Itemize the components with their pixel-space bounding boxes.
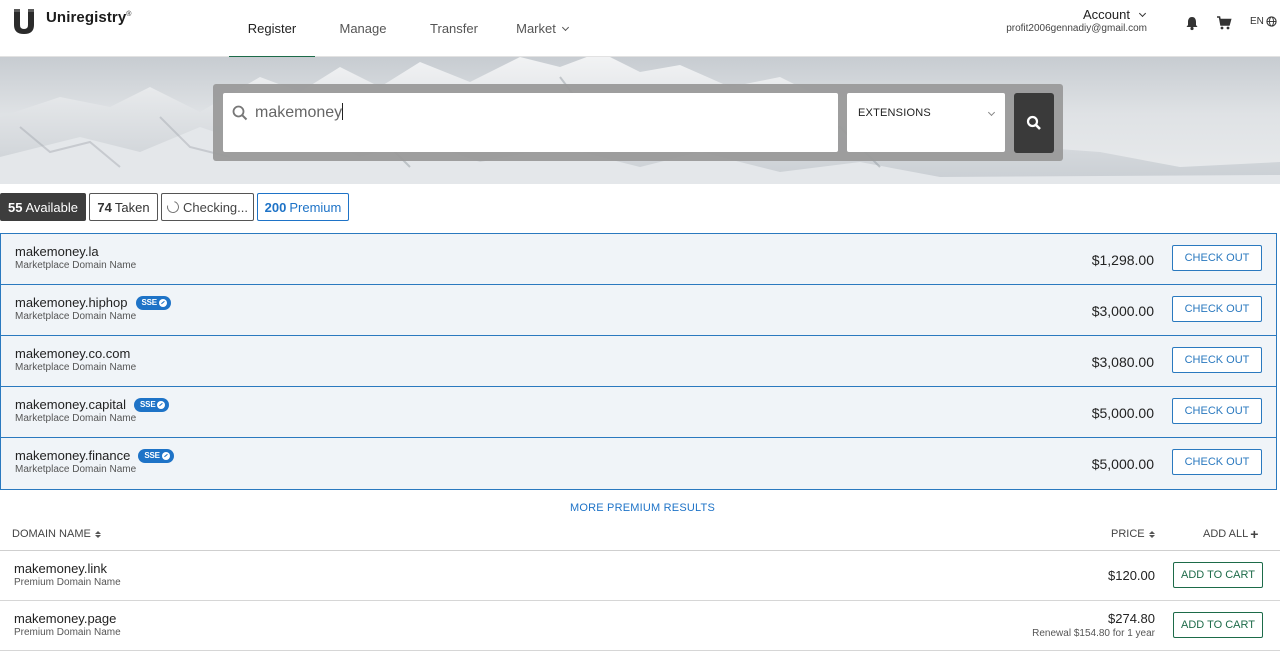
search-icon	[232, 105, 248, 121]
sort-domain-name[interactable]: DOMAIN NAME	[12, 528, 101, 540]
top-header: Uniregistry® Register Manage Transfer Ma…	[0, 0, 1280, 58]
spinner-icon	[164, 198, 182, 216]
checkout-button[interactable]: CHECK OUT	[1172, 245, 1262, 271]
domain-name: makemoney.link	[14, 561, 107, 576]
domain-price: $3,080.00	[1091, 354, 1154, 370]
search-query-text: makemoney	[255, 104, 343, 121]
chevron-down-icon	[561, 23, 569, 31]
checkout-button[interactable]: CHECK OUT	[1172, 449, 1262, 475]
account-email: profit2006gennadiy@gmail.com	[1006, 23, 1147, 34]
check-icon	[157, 400, 166, 409]
results-table-header: DOMAIN NAME PRICE ADD ALL +	[0, 520, 1280, 551]
premium-result-row: makemoney.co.com Marketplace Domain Name…	[1, 336, 1276, 387]
nav-register[interactable]: Register	[229, 0, 315, 58]
logo-text: Uniregistry®	[46, 9, 132, 26]
checkout-button[interactable]: CHECK OUT	[1172, 398, 1262, 424]
extensions-label: EXTENSIONS	[858, 107, 931, 119]
premium-result-row: makemoney.hiphop SSE Marketplace Domain N…	[1, 285, 1276, 336]
check-icon	[158, 298, 167, 307]
domain-type: Marketplace Domain Name	[15, 311, 137, 322]
search-icon	[1026, 115, 1041, 130]
domain-price: $3,000.00	[1091, 303, 1154, 319]
chevron-down-icon	[987, 108, 996, 117]
domain-name: makemoney.hiphop	[15, 295, 128, 310]
domain-price: $120.00	[1108, 568, 1155, 583]
premium-result-row: makemoney.capital SSE Marketplace Domain …	[1, 387, 1276, 438]
premium-results-list: makemoney.la Marketplace Domain Name $1,…	[0, 233, 1277, 490]
logo-mark-icon	[14, 9, 34, 34]
filter-checking[interactable]: Checking...	[161, 193, 254, 221]
filter-available[interactable]: 55 Available	[0, 193, 86, 221]
uniregistry-logo[interactable]: Uniregistry®	[12, 8, 132, 35]
sort-icon	[94, 530, 101, 538]
filter-premium[interactable]: 200 Premium	[257, 193, 349, 221]
nav-market-label: Market	[516, 21, 556, 36]
domain-type: Premium Domain Name	[14, 627, 121, 638]
extensions-dropdown[interactable]: EXTENSIONS	[847, 93, 1005, 152]
domain-type: Marketplace Domain Name	[15, 260, 137, 271]
sse-badge: SSE	[135, 295, 171, 310]
premium-result-row: makemoney.la Marketplace Domain Name $1,…	[1, 234, 1276, 285]
add-to-cart-button[interactable]: ADD TO CART	[1173, 612, 1263, 638]
sort-icon	[1148, 530, 1155, 538]
chevron-down-icon	[1138, 9, 1147, 17]
domain-name: makemoney.page	[14, 611, 117, 626]
globe-icon	[1266, 16, 1277, 27]
sort-price[interactable]: PRICE	[1111, 528, 1155, 540]
domain-price: $5,000.00	[1091, 456, 1154, 472]
domain-name: makemoney.co.com	[15, 346, 131, 361]
domain-type: Premium Domain Name	[14, 577, 121, 588]
language-selector[interactable]: EN	[1250, 16, 1277, 27]
renewal-price: Renewal $154.80 for 1 year	[1032, 628, 1155, 639]
nav-manage[interactable]: Manage	[315, 0, 411, 57]
plus-icon: +	[1250, 526, 1259, 542]
domain-type: Marketplace Domain Name	[15, 413, 137, 424]
nav-register-label: Register	[247, 21, 297, 36]
check-icon	[161, 451, 170, 460]
sse-badge: SSE	[134, 397, 170, 412]
search-button[interactable]	[1014, 93, 1054, 153]
table-row: makemoney.link Premium Domain Name $120.…	[0, 551, 1280, 601]
domain-name: makemoney.finance	[15, 448, 131, 463]
premium-result-row: makemoney.finance SSE Marketplace Domain …	[1, 438, 1276, 489]
main-nav: Register Manage Transfer Market	[229, 0, 587, 58]
add-all-button[interactable]: ADD ALL +	[1203, 526, 1259, 542]
search-input[interactable]: makemoney	[223, 93, 838, 152]
nav-transfer[interactable]: Transfer	[411, 0, 497, 57]
cart-icon[interactable]	[1216, 15, 1232, 31]
account-menu[interactable]: Account profit2006gennadiy@gmail.com	[1006, 7, 1147, 34]
domain-type: Marketplace Domain Name	[15, 362, 137, 373]
sse-badge: SSE	[138, 448, 174, 463]
domain-type: Marketplace Domain Name	[15, 464, 137, 475]
language-label: EN	[1250, 16, 1264, 27]
domain-price: $274.80	[1108, 611, 1155, 626]
domain-name: makemoney.la	[15, 244, 99, 259]
checkout-button[interactable]: CHECK OUT	[1172, 296, 1262, 322]
filter-taken[interactable]: 74 Taken	[89, 193, 158, 221]
add-to-cart-button[interactable]: ADD TO CART	[1173, 562, 1263, 588]
domain-name: makemoney.capital	[15, 397, 127, 412]
more-premium-results-link[interactable]: MORE PREMIUM RESULTS	[570, 502, 715, 514]
table-row: makemoney.page Premium Domain Name $274.…	[0, 601, 1280, 651]
nav-manage-label: Manage	[339, 21, 387, 36]
nav-market[interactable]: Market	[497, 0, 587, 57]
nav-transfer-label: Transfer	[430, 21, 478, 36]
domain-price: $1,298.00	[1091, 252, 1154, 268]
bell-icon[interactable]	[1184, 15, 1200, 31]
domain-price: $5,000.00	[1091, 405, 1154, 421]
result-filters: 55 Available 74 Taken Checking... 200 Premi…	[0, 193, 352, 221]
account-label: Account	[1083, 7, 1130, 22]
checkout-button[interactable]: CHECK OUT	[1172, 347, 1262, 373]
